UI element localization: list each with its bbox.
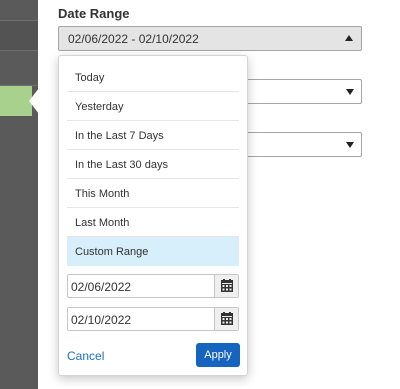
sidebar-divider xyxy=(0,50,38,51)
cancel-button[interactable]: Cancel xyxy=(67,349,104,363)
start-date-value: 02/06/2022 xyxy=(71,280,132,294)
filter-select[interactable] xyxy=(236,132,362,157)
date-range-select[interactable]: 02/06/2022 - 02/10/2022 xyxy=(58,26,362,51)
date-range-value: 02/06/2022 - 02/10/2022 xyxy=(68,32,199,46)
date-range-dropdown: Today Yesterday In the Last 7 Days In th… xyxy=(58,55,248,376)
calendar-icon xyxy=(221,312,233,325)
sidebar-item[interactable] xyxy=(0,20,38,50)
caret-down-icon xyxy=(346,142,354,148)
option-custom-range[interactable]: Custom Range xyxy=(67,237,239,266)
start-date-field[interactable]: 02/06/2022 xyxy=(67,274,239,298)
end-date-calendar-button[interactable] xyxy=(214,308,238,330)
caret-down-icon xyxy=(346,89,354,95)
calendar-icon xyxy=(221,279,233,292)
option-last-month[interactable]: Last Month xyxy=(67,208,239,237)
date-range-label: Date Range xyxy=(58,6,130,21)
filter-select[interactable] xyxy=(236,79,362,104)
option-this-month[interactable]: This Month xyxy=(67,179,239,208)
option-today[interactable]: Today xyxy=(67,63,239,92)
start-date-calendar-button[interactable] xyxy=(214,275,238,297)
sidebar-item-active[interactable] xyxy=(0,86,32,116)
caret-up-icon xyxy=(345,35,353,41)
sidebar-divider xyxy=(0,20,38,21)
option-last-30-days[interactable]: In the Last 30 days xyxy=(67,150,239,179)
left-sidebar xyxy=(0,0,39,389)
end-date-field[interactable]: 02/10/2022 xyxy=(67,307,239,331)
apply-button[interactable]: Apply xyxy=(196,343,240,367)
sidebar-active-pointer xyxy=(29,88,39,114)
option-yesterday[interactable]: Yesterday xyxy=(67,92,239,121)
end-date-value: 02/10/2022 xyxy=(71,313,132,327)
option-last-7-days[interactable]: In the Last 7 Days xyxy=(67,121,239,150)
